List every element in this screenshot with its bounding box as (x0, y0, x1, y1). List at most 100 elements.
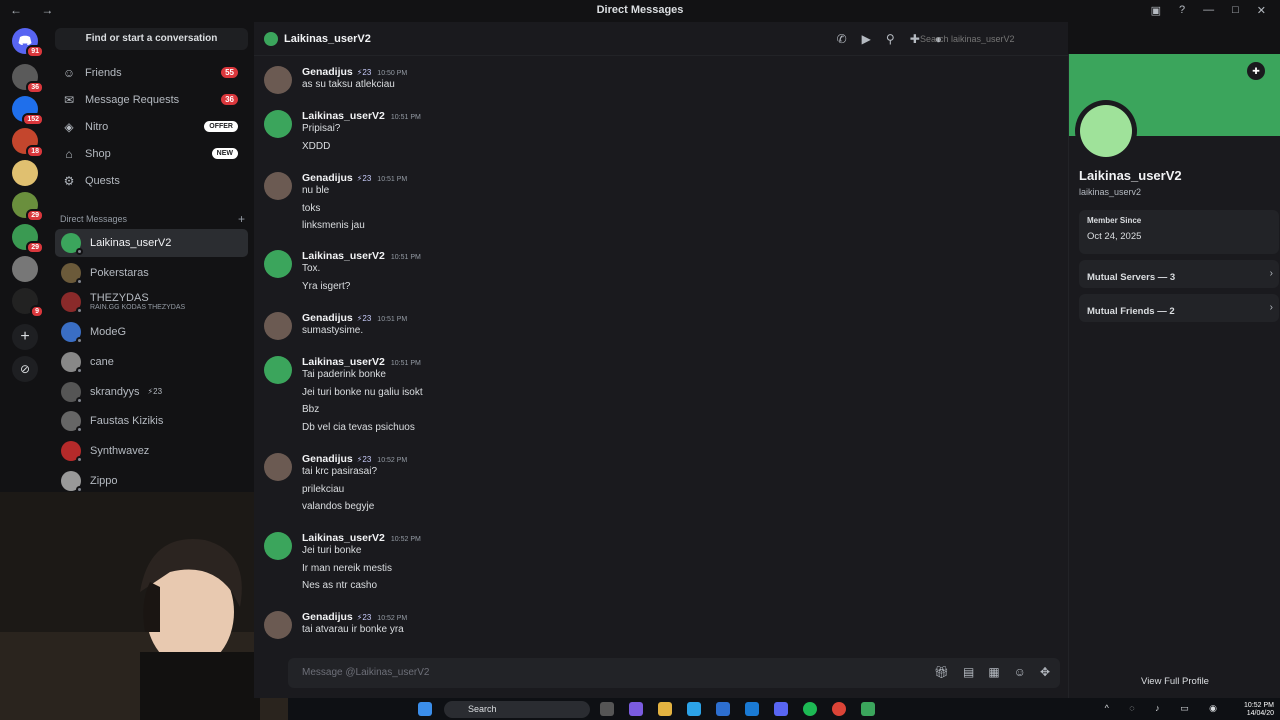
dm-name: Laikinas_userV2 (90, 237, 172, 249)
message-author[interactable]: Genadijus (302, 66, 353, 78)
message-composer[interactable]: Message @Laikinas_userV2 🎁︎ ▤ ▦ ☺ ✥ (288, 658, 1060, 688)
chrome-icon[interactable] (832, 702, 846, 716)
dm-item[interactable]: Synthwavez (55, 437, 248, 465)
emoji-icon[interactable]: ☺ (1014, 665, 1026, 679)
dm-item[interactable]: Laikinas_userV2 (55, 229, 248, 257)
message-author[interactable]: Laikinas_userV2 (302, 110, 385, 122)
message-text: Jei turi bonke (302, 545, 362, 556)
find-conversation-button[interactable]: Find or start a conversation (55, 28, 248, 50)
message-avatar[interactable] (264, 312, 292, 340)
help-icon[interactable]: ? (1179, 4, 1185, 17)
edge-icon[interactable] (687, 702, 701, 716)
copilot-icon[interactable] (629, 702, 643, 716)
profile-display-name: Laikinas_userV2 (1079, 168, 1182, 183)
server-icon[interactable]: 29 (12, 192, 44, 222)
boost-badge: ⚡23 (356, 314, 372, 323)
gift-icon[interactable]: 🎁︎ (934, 665, 949, 679)
dm-avatar (61, 233, 83, 255)
dm-item[interactable]: ModeG (55, 318, 248, 346)
apps-icon[interactable]: ✥ (1040, 665, 1050, 679)
taskbar-search[interactable]: Search (444, 701, 590, 718)
dm-item[interactable]: Zippo (55, 467, 248, 495)
nav-item-quests[interactable]: ⚙ Quests (55, 168, 248, 193)
message-avatar[interactable] (264, 66, 292, 94)
recipient-name[interactable]: Laikinas_userV2 (284, 33, 371, 45)
nav-item-nitro[interactable]: ◈ Nitro OFFER (55, 114, 248, 139)
maximize-icon[interactable]: □ (1232, 4, 1239, 17)
dm-item[interactable]: skrandyys ⚡23 (55, 378, 248, 406)
gif-icon[interactable]: ▤ (963, 665, 974, 679)
minimize-icon[interactable]: — (1203, 4, 1214, 17)
message-avatar[interactable] (264, 172, 292, 200)
nav-item-count: 55 (221, 67, 238, 78)
server-icon[interactable]: 9 (12, 288, 44, 318)
message-author[interactable]: Genadijus (302, 172, 353, 184)
video-call-icon[interactable]: ▶ (862, 32, 871, 46)
dm-avatar (61, 351, 83, 374)
message-timestamp: 10:52 PM (390, 536, 421, 543)
chat-header: Laikinas_userV2 ✆ ▶ ⚲ ✚ ● (254, 22, 1068, 56)
inbox-icon[interactable]: ▣ (1151, 4, 1161, 17)
server-icon[interactable] (12, 160, 38, 186)
sticker-icon[interactable]: ▦ (988, 665, 999, 679)
task-view-icon[interactable] (600, 702, 614, 716)
message-author[interactable]: Genadijus (302, 611, 353, 623)
message-text: Ir man nereik mestis (302, 562, 393, 574)
message-author[interactable]: Laikinas_userV2 (302, 532, 385, 544)
nav-item-friends[interactable]: ☺ Friends 55 (55, 60, 248, 85)
profile-avatar[interactable] (1075, 100, 1137, 162)
message-avatar[interactable] (264, 453, 292, 481)
nav-item-message-requests[interactable]: ✉ Message Requests 36 (55, 87, 248, 112)
dm-name: skrandyys (90, 385, 140, 398)
add-server-icon[interactable]: + (12, 324, 38, 350)
dm-item[interactable]: Pokerstaras (55, 259, 248, 287)
nav-item-shop[interactable]: ⌂ Shop NEW (55, 141, 248, 166)
close-icon[interactable]: ✕ (1257, 4, 1266, 17)
view-full-profile-button[interactable]: View Full Profile (1069, 676, 1280, 687)
discord-taskbar-icon[interactable] (774, 702, 788, 716)
file-explorer-icon[interactable] (658, 702, 672, 716)
message-avatar[interactable] (264, 532, 292, 560)
system-tray[interactable]: ^ ◌ ♪ ▭ ◉ (1105, 703, 1226, 714)
taskbar-clock[interactable]: 10:52 PM 14/04/20 (1244, 702, 1274, 718)
message-text: prilekciau (302, 483, 345, 495)
message-author[interactable]: Laikinas_userV2 (302, 250, 385, 262)
message-avatar[interactable] (264, 611, 292, 639)
store-icon[interactable] (716, 702, 730, 716)
message-text: Jei turi bonke nu galiu isokt (302, 386, 423, 398)
server-icon[interactable]: 36 (12, 64, 44, 94)
message-author[interactable]: Genadijus (302, 312, 353, 324)
add-friend-icon[interactable]: ✚ (1247, 62, 1265, 80)
dm-item[interactable]: Faustas Kizikis (55, 407, 248, 435)
boost-badge: ⚡23 (356, 174, 372, 183)
create-dm-icon[interactable]: + (238, 212, 245, 226)
message-avatar[interactable] (264, 356, 292, 384)
dm-avatar (61, 292, 83, 315)
dm-item[interactable]: THEZYDAS RAIN.GG KODAS THEZYDAS (55, 288, 248, 316)
mutual-servers-row[interactable]: Mutual Servers — 3 › (1079, 260, 1279, 288)
message-avatar[interactable] (264, 110, 292, 138)
message-text: toks (302, 202, 321, 214)
recipient-avatar[interactable] (264, 31, 278, 46)
message-author[interactable]: Laikinas_userV2 (302, 356, 385, 368)
spotify-icon[interactable] (803, 702, 817, 716)
message-author[interactable]: Genadijus (302, 453, 353, 465)
search-input[interactable] (918, 30, 1068, 48)
app-icon[interactable] (861, 702, 875, 716)
server-icon[interactable]: 18 (12, 128, 44, 158)
dm-item[interactable]: cane (55, 348, 248, 376)
server-icon[interactable]: 152 (12, 96, 44, 126)
chat-search[interactable] (918, 30, 1068, 48)
voice-call-icon[interactable]: ✆ (837, 32, 847, 46)
mail-icon[interactable] (745, 702, 759, 716)
windows-start-icon[interactable] (418, 702, 432, 716)
server-icon[interactable]: 29 (12, 224, 44, 254)
message-timestamp: 10:51 PM (390, 360, 421, 367)
message-avatar[interactable] (264, 250, 292, 278)
server-icon[interactable] (12, 256, 38, 282)
discover-icon[interactable]: ⊘ (12, 356, 38, 382)
message-text: Pripisai? (302, 123, 341, 134)
pin-icon[interactable]: ⚲ (886, 32, 895, 46)
mutual-friends-row[interactable]: Mutual Friends — 2 › (1079, 294, 1279, 322)
home-button[interactable]: 91 (12, 28, 44, 58)
